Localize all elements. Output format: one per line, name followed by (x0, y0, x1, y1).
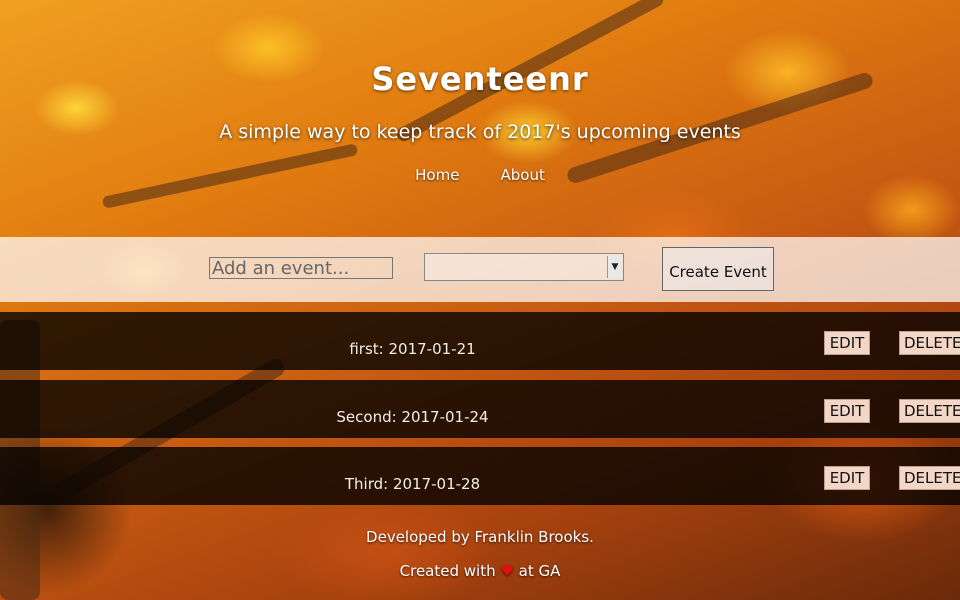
event-text: Third: 2017-01-28 (344, 475, 481, 493)
edit-event-button[interactable]: EDIT (824, 466, 870, 490)
edit-event-button[interactable]: EDIT (824, 331, 870, 355)
created-with-line: Created with ♥ at GA (0, 562, 960, 580)
delete-event-button[interactable]: DELETE (899, 331, 960, 355)
event-date-select[interactable]: ▼ (424, 253, 624, 281)
delete-event-button[interactable]: DELETE (899, 399, 960, 423)
dropdown-arrow-icon[interactable]: ▼ (607, 256, 622, 278)
developer-credit: Developed by Franklin Brooks. (366, 528, 594, 546)
event-row: first: 2017-01-21 EDIT DELETE (0, 312, 960, 370)
event-name-input[interactable] (209, 257, 393, 279)
add-event-form: ▼ Create Event (0, 237, 960, 302)
nav-home-link[interactable]: Home (415, 166, 459, 184)
nav-about-link[interactable]: About (501, 166, 545, 184)
heart-icon: ♥ (500, 562, 514, 580)
delete-event-button[interactable]: DELETE (899, 466, 960, 490)
event-text: Second: 2017-01-24 (336, 408, 489, 426)
event-row: Second: 2017-01-24 EDIT DELETE (0, 380, 960, 438)
event-row: Third: 2017-01-28 EDIT DELETE (0, 447, 960, 505)
created-prefix: Created with (399, 562, 496, 580)
edit-event-button[interactable]: EDIT (824, 399, 870, 423)
page-title: Seventeenr (371, 60, 589, 98)
create-event-button[interactable]: Create Event (662, 247, 774, 291)
created-suffix: at GA (518, 562, 561, 580)
main-nav: Home About (0, 165, 960, 184)
page-subtitle: A simple way to keep track of 2017's upc… (219, 121, 741, 143)
site-footer: Developed by Franklin Brooks. Created wi… (0, 528, 960, 580)
event-text: first: 2017-01-21 (349, 340, 476, 358)
